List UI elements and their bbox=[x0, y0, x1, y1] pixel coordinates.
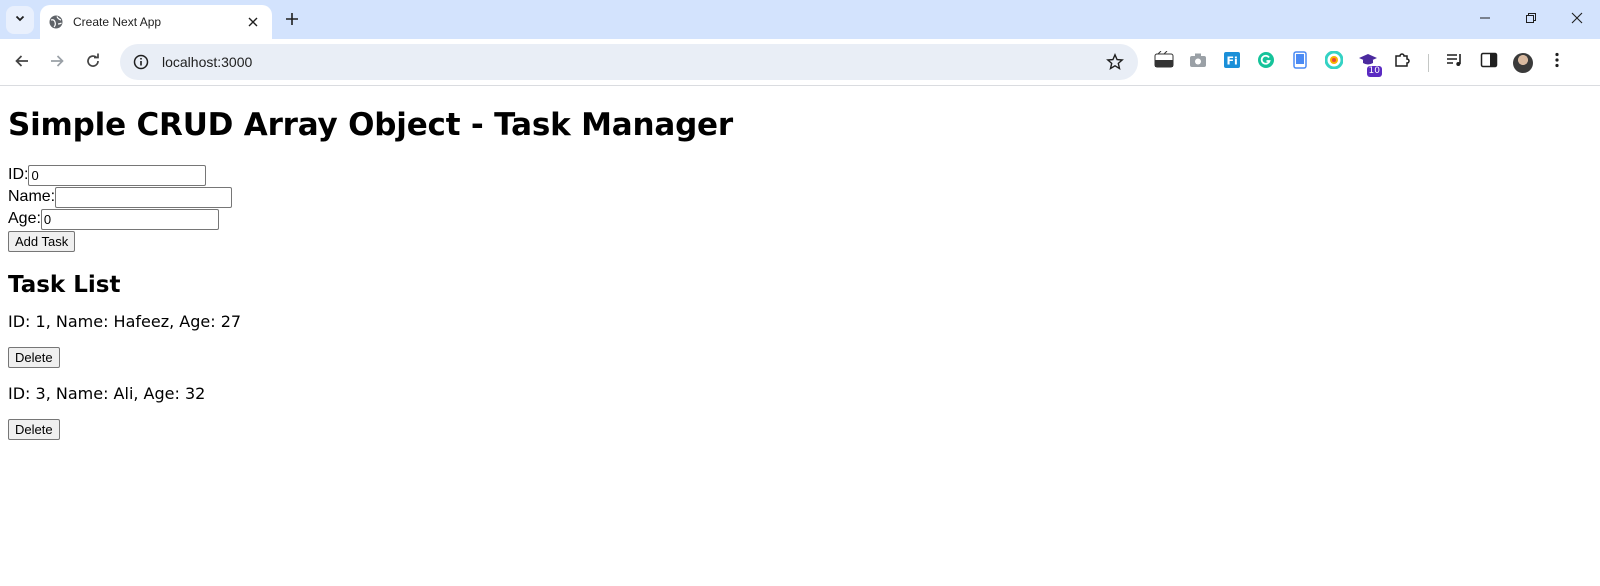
extension-badge: 10 bbox=[1366, 65, 1382, 77]
add-task-button[interactable]: Add Task bbox=[8, 230, 76, 252]
window-close-button[interactable] bbox=[1554, 0, 1600, 39]
extension-color-button[interactable] bbox=[1317, 49, 1351, 77]
tab-search-button[interactable] bbox=[6, 6, 34, 34]
list-item: ID: 1, Name: Hafeez, Age: 27 Delete bbox=[8, 312, 1592, 368]
close-tab-icon[interactable] bbox=[244, 13, 262, 31]
phone-icon bbox=[1293, 51, 1307, 74]
globe-icon bbox=[48, 14, 64, 30]
tab-title: Create Next App bbox=[73, 15, 162, 29]
tab-strip: Create Next App bbox=[0, 0, 1600, 39]
url-text[interactable]: localhost:3000 bbox=[162, 54, 1100, 70]
reading-list-icon bbox=[1446, 52, 1464, 73]
id-label: ID: bbox=[8, 166, 29, 183]
task-list: ID: 1, Name: Hafeez, Age: 27 Delete ID: … bbox=[8, 312, 1592, 440]
reload-icon bbox=[85, 53, 101, 74]
forward-button[interactable] bbox=[43, 49, 71, 77]
svg-text:Fi: Fi bbox=[1227, 55, 1238, 68]
page-title: Simple CRUD Array Object - Task Manager bbox=[8, 107, 733, 143]
minimize-button[interactable] bbox=[1462, 0, 1508, 39]
extension-fi-button[interactable]: Fi bbox=[1215, 49, 1249, 77]
avatar bbox=[1513, 52, 1533, 73]
side-panel-button[interactable] bbox=[1472, 49, 1506, 77]
extension-grad-button[interactable]: 10 bbox=[1351, 49, 1385, 77]
grammarly-icon bbox=[1257, 51, 1275, 74]
extension-camera-button[interactable] bbox=[1181, 49, 1215, 77]
list-item: ID: 3, Name: Ali, Age: 32 Delete bbox=[8, 384, 1592, 440]
plus-icon bbox=[285, 12, 299, 31]
info-icon[interactable] bbox=[126, 54, 156, 70]
reading-list-button[interactable] bbox=[1438, 49, 1472, 77]
back-icon bbox=[14, 53, 30, 74]
side-panel-icon bbox=[1480, 52, 1498, 73]
extension-grammarly-button[interactable] bbox=[1249, 49, 1283, 77]
age-field-row: Age: bbox=[8, 208, 1592, 230]
window-close-icon bbox=[1571, 11, 1583, 29]
toolbar-separator bbox=[1428, 53, 1429, 72]
star-icon[interactable] bbox=[1100, 53, 1130, 71]
reload-button[interactable] bbox=[79, 49, 107, 77]
puzzle-icon bbox=[1393, 51, 1411, 74]
task-text: ID: 1, Name: Hafeez, Age: 27 bbox=[8, 312, 242, 331]
chevron-down-icon bbox=[14, 11, 26, 29]
name-field-row: Name: bbox=[8, 186, 1592, 208]
delete-button[interactable]: Delete bbox=[8, 347, 60, 368]
new-badge-icon bbox=[1154, 50, 1174, 74]
name-label: Name: bbox=[8, 188, 56, 205]
back-button[interactable] bbox=[8, 49, 36, 77]
restore-button[interactable] bbox=[1508, 0, 1554, 39]
extension-phone-button[interactable] bbox=[1283, 49, 1317, 77]
task-list-heading: Task List bbox=[8, 272, 121, 298]
page-content: Simple CRUD Array Object - Task Manager … bbox=[0, 107, 1600, 440]
address-bar[interactable]: localhost:3000 bbox=[120, 44, 1138, 80]
minimize-icon bbox=[1479, 11, 1491, 29]
color-wheel-icon bbox=[1324, 50, 1344, 74]
extensions-area: Fi 10 bbox=[1147, 39, 1574, 86]
age-input[interactable] bbox=[40, 208, 219, 230]
restore-icon bbox=[1525, 11, 1537, 29]
browser-toolbar: localhost:3000 Fi 10 bbox=[0, 39, 1600, 86]
profile-button[interactable] bbox=[1506, 49, 1540, 77]
id-input[interactable] bbox=[28, 164, 207, 186]
new-tab-button[interactable] bbox=[280, 9, 304, 33]
age-label: Age: bbox=[8, 210, 41, 227]
task-text: ID: 3, Name: Ali, Age: 32 bbox=[8, 384, 206, 403]
more-icon bbox=[1554, 52, 1560, 73]
camera-icon bbox=[1189, 52, 1207, 73]
forward-icon bbox=[49, 53, 65, 74]
browser-tab[interactable]: Create Next App bbox=[40, 5, 272, 39]
extensions-button[interactable] bbox=[1385, 49, 1419, 77]
more-menu-button[interactable] bbox=[1540, 49, 1574, 77]
name-input[interactable] bbox=[55, 186, 233, 208]
extension-new-button[interactable] bbox=[1147, 49, 1181, 77]
fi-icon: Fi bbox=[1223, 51, 1241, 74]
id-field-row: ID: bbox=[8, 164, 1592, 186]
delete-button[interactable]: Delete bbox=[8, 419, 60, 440]
